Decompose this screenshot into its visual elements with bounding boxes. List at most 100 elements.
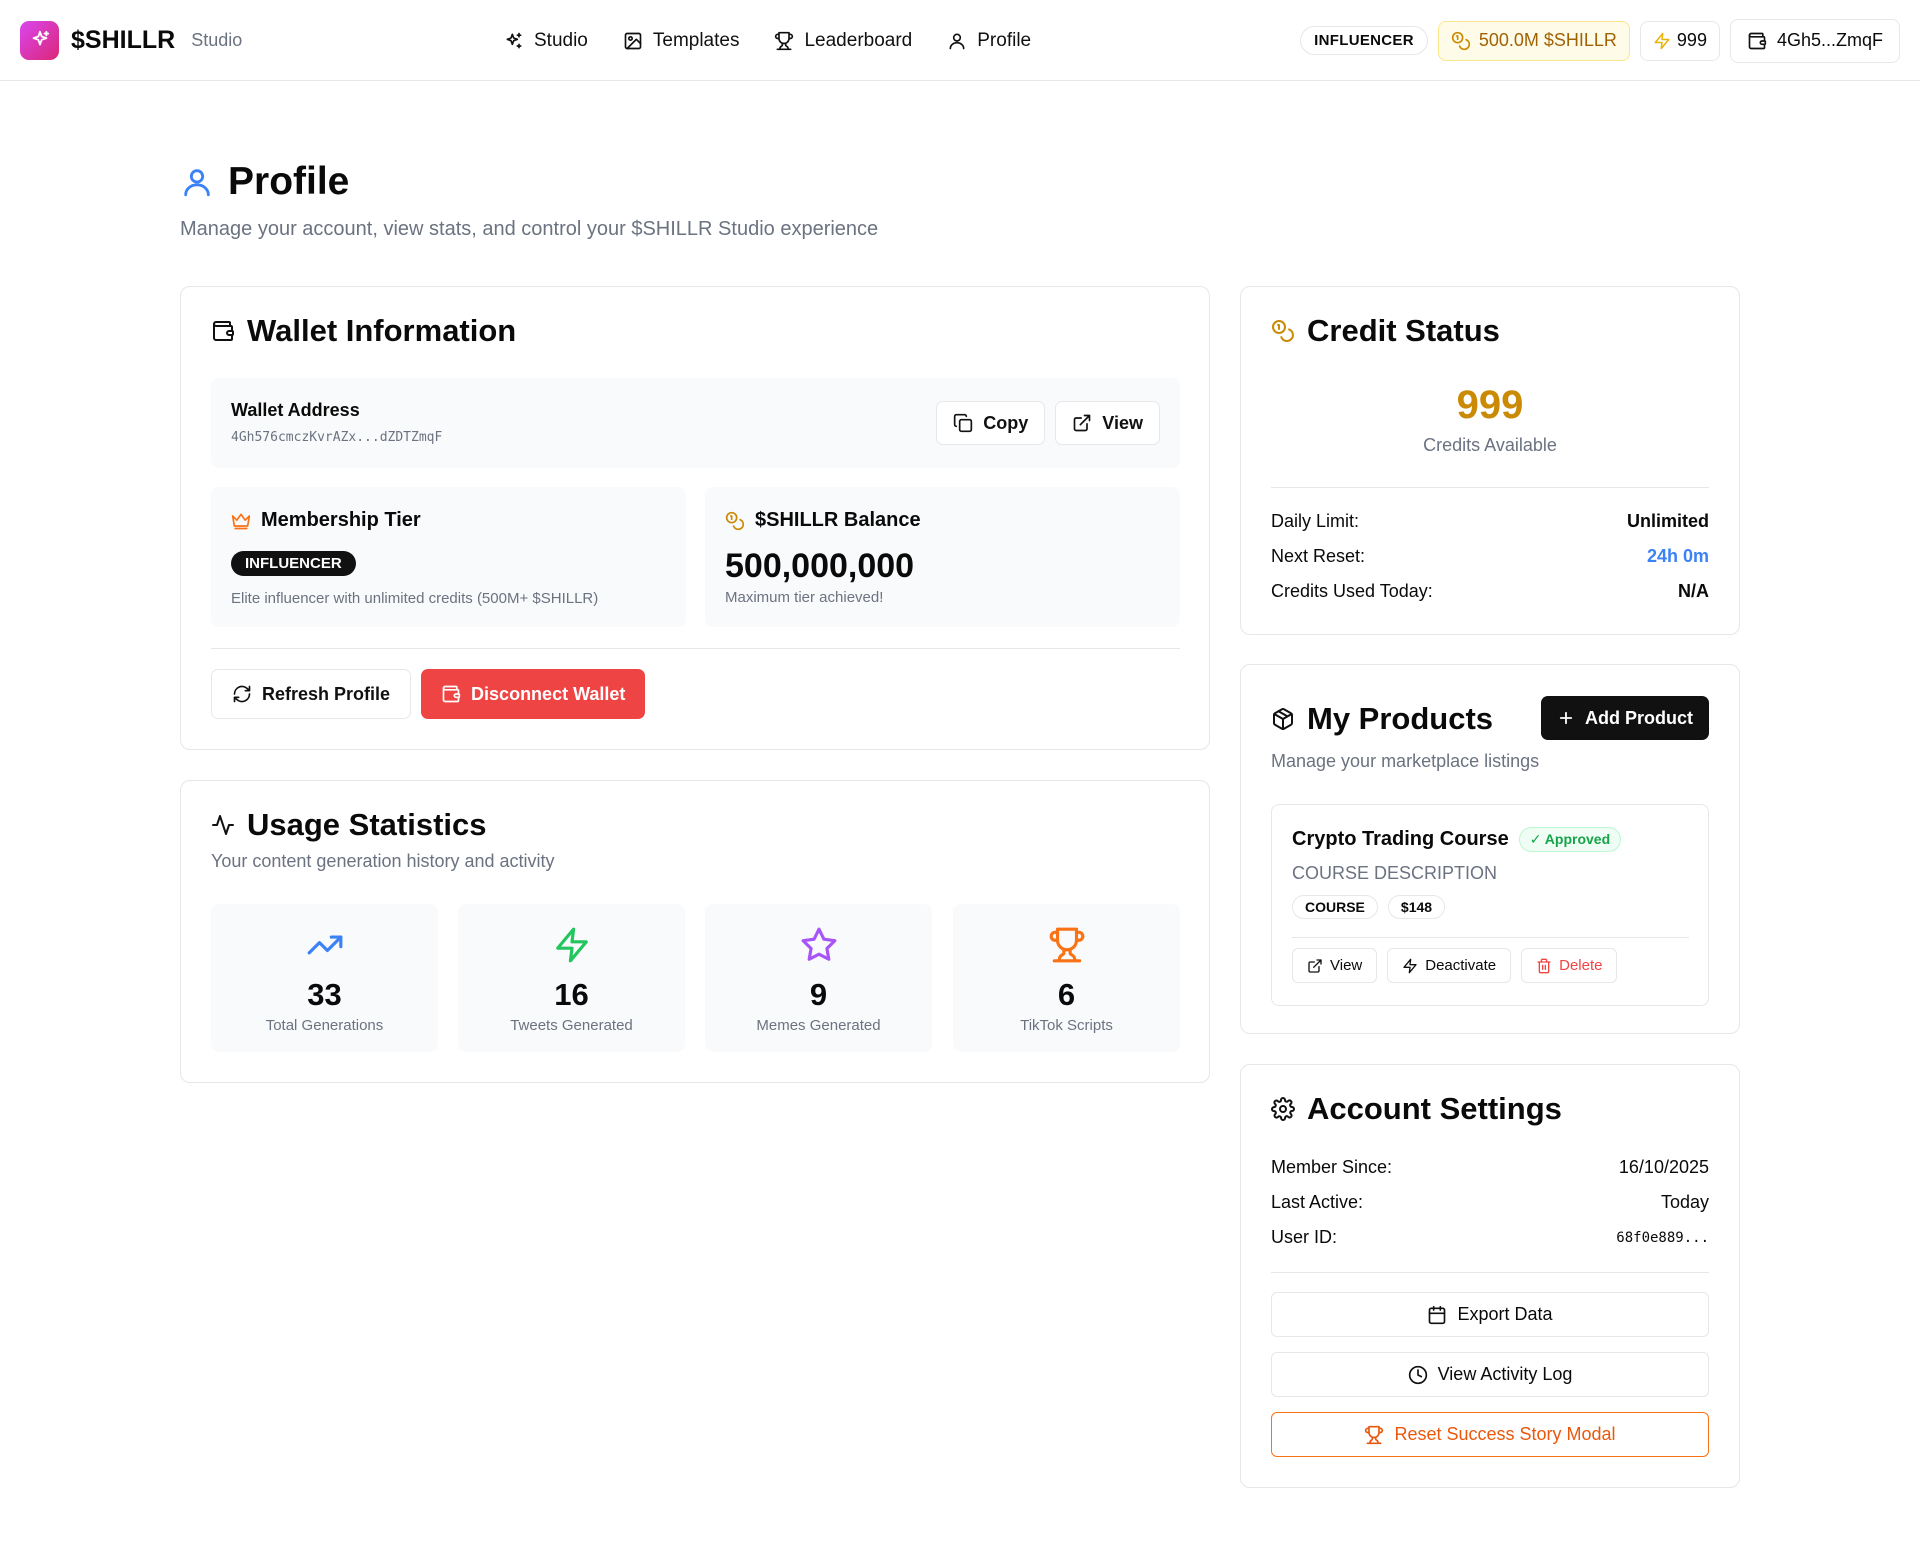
star-icon bbox=[705, 926, 932, 964]
product-chips: COURSE $148 bbox=[1292, 895, 1446, 919]
kv-label: Daily Limit: bbox=[1271, 511, 1360, 531]
sparkles-logo-icon bbox=[20, 20, 59, 60]
kv-value: Unlimited bbox=[1626, 511, 1709, 531]
brand-name: $SHILLR bbox=[71, 25, 176, 54]
stat-value: 9 bbox=[809, 977, 828, 1012]
clock-icon bbox=[1408, 1365, 1428, 1385]
product-actions: View Deactivate Delete bbox=[1292, 948, 1618, 983]
credits-available-value: 999 bbox=[1456, 383, 1524, 427]
my-products-card: My Products Add Product Manage your mark… bbox=[1240, 664, 1740, 1034]
membership-title: Membership Tier bbox=[231, 509, 421, 532]
balance-pill[interactable]: 500.0M $SHILLR bbox=[1437, 20, 1630, 61]
activity-label: View Activity Log bbox=[1437, 1364, 1573, 1384]
view-activity-log-button[interactable]: View Activity Log bbox=[1271, 1352, 1709, 1397]
export-label: Export Data bbox=[1457, 1304, 1553, 1324]
kv-value: 24h 0m bbox=[1646, 546, 1709, 566]
export-data-button[interactable]: Export Data bbox=[1271, 1292, 1709, 1337]
kv-value: N/A bbox=[1678, 581, 1709, 601]
copy-button[interactable]: Copy bbox=[936, 401, 1046, 445]
zap-icon bbox=[1402, 958, 1418, 974]
coins-icon bbox=[1451, 31, 1471, 51]
credits-pill[interactable]: 999 bbox=[1639, 20, 1720, 61]
stat-total-generations: 33 Total Generations bbox=[211, 904, 438, 1052]
add-product-button[interactable]: Add Product bbox=[1541, 696, 1709, 740]
daily-limit-row: Daily Limit: Unlimited bbox=[1271, 511, 1709, 532]
last-active-row: Last Active: Today bbox=[1271, 1192, 1709, 1213]
divider bbox=[211, 648, 1180, 649]
product-description: COURSE DESCRIPTION bbox=[1292, 863, 1498, 883]
products-title: My Products bbox=[1271, 701, 1493, 737]
product-deactivate-button[interactable]: Deactivate bbox=[1387, 948, 1512, 983]
stat-label: Memes Generated bbox=[756, 1017, 881, 1034]
stat-label: TikTok Scripts bbox=[1020, 1017, 1113, 1034]
nav-profile[interactable]: Profile bbox=[947, 30, 1031, 52]
delete-label: Delete bbox=[1559, 957, 1603, 974]
product-header: Crypto Trading Course ✓ Approved bbox=[1292, 827, 1622, 852]
stat-value: 6 bbox=[1057, 977, 1076, 1012]
user-id-row: User ID: 68f0e889... bbox=[1271, 1227, 1709, 1248]
category-chip: COURSE bbox=[1292, 895, 1378, 919]
disconnect-wallet-button[interactable]: Disconnect Wallet bbox=[421, 669, 646, 719]
product-view-button[interactable]: View bbox=[1292, 948, 1378, 983]
next-reset-row: Next Reset: 24h 0m bbox=[1271, 546, 1709, 567]
stat-tweets-generated: 16 Tweets Generated bbox=[458, 904, 685, 1052]
wallet-button[interactable]: 4Gh5...ZmqF bbox=[1729, 18, 1900, 63]
user-icon bbox=[947, 31, 967, 51]
trending-up-icon bbox=[211, 926, 438, 964]
view-button[interactable]: View bbox=[1055, 401, 1160, 445]
kv-label: Last Active: bbox=[1271, 1192, 1364, 1212]
usage-title: Usage Statistics bbox=[211, 807, 487, 843]
credits-available-label: Credits Available bbox=[1423, 435, 1557, 455]
products-title-text: My Products bbox=[1307, 701, 1494, 736]
zap-icon bbox=[458, 926, 685, 964]
credit-status-card: Credit Status 999 Credits Available Dail… bbox=[1240, 286, 1740, 635]
credit-title: Credit Status bbox=[1271, 313, 1500, 349]
page-heading: Profile bbox=[228, 160, 350, 203]
wallet-icon bbox=[441, 684, 461, 704]
reset-success-story-button[interactable]: Reset Success Story Modal bbox=[1271, 1412, 1709, 1457]
kv-value: Today bbox=[1660, 1192, 1709, 1212]
membership-note: Elite influencer with unlimited credits … bbox=[231, 590, 599, 607]
zap-icon bbox=[1653, 32, 1671, 50]
credits-text: 999 bbox=[1676, 30, 1707, 50]
product-delete-button[interactable]: Delete bbox=[1521, 948, 1618, 983]
balance-value: 500,000,000 bbox=[725, 547, 915, 585]
membership-tier-box: Membership Tier INFLUENCER Elite influen… bbox=[211, 487, 686, 627]
nav-templates[interactable]: Templates bbox=[623, 30, 739, 52]
trophy-icon bbox=[774, 31, 794, 51]
account-settings-card: Account Settings Member Since: 16/10/202… bbox=[1240, 1064, 1740, 1488]
kv-label: User ID: bbox=[1271, 1227, 1338, 1247]
products-subtitle: Manage your marketplace listings bbox=[1271, 751, 1540, 771]
nav-studio[interactable]: Studio bbox=[504, 30, 588, 52]
stat-tiktok-scripts: 6 TikTok Scripts bbox=[953, 904, 1180, 1052]
activity-icon bbox=[211, 813, 235, 837]
brand[interactable]: $SHILLR Studio bbox=[20, 20, 242, 60]
approved-badge: ✓ Approved bbox=[1518, 827, 1622, 852]
trash-icon bbox=[1536, 958, 1552, 974]
user-icon bbox=[180, 165, 214, 199]
coins-icon bbox=[725, 511, 745, 531]
balance-text: 500.0M $SHILLR bbox=[1478, 30, 1617, 50]
top-navbar: $SHILLR Studio Studio Templates Leaderbo… bbox=[0, 0, 1920, 81]
wallet-card: Wallet Information Wallet Address 4Gh576… bbox=[180, 286, 1210, 750]
add-product-label: Add Product bbox=[1585, 707, 1693, 728]
page-title: Profile bbox=[180, 160, 349, 204]
credits-used-row: Credits Used Today: N/A bbox=[1271, 581, 1709, 602]
usage-card: Usage Statistics Your content generation… bbox=[180, 780, 1210, 1083]
credit-title-text: Credit Status bbox=[1307, 313, 1500, 348]
divider bbox=[1292, 937, 1689, 938]
copy-icon bbox=[953, 413, 973, 433]
balance-title: $SHILLR Balance bbox=[725, 509, 921, 532]
refresh-profile-button[interactable]: Refresh Profile bbox=[211, 669, 412, 719]
image-icon bbox=[623, 31, 643, 51]
divider bbox=[1271, 1272, 1709, 1273]
wallet-address-box: Wallet Address 4Gh576cmczKvrAZx...dZDTZm… bbox=[211, 378, 1180, 468]
nav-leaderboard[interactable]: Leaderboard bbox=[774, 30, 912, 52]
main-nav: Studio Templates Leaderboard Profile bbox=[504, 0, 1031, 81]
stat-memes-generated: 9 Memes Generated bbox=[705, 904, 932, 1052]
balance-box: $SHILLR Balance 500,000,000 Maximum tier… bbox=[705, 487, 1180, 627]
package-icon bbox=[1271, 707, 1295, 731]
stat-value: 33 bbox=[307, 977, 342, 1012]
calendar-icon bbox=[1427, 1305, 1447, 1325]
membership-title-text: Membership Tier bbox=[261, 509, 421, 531]
